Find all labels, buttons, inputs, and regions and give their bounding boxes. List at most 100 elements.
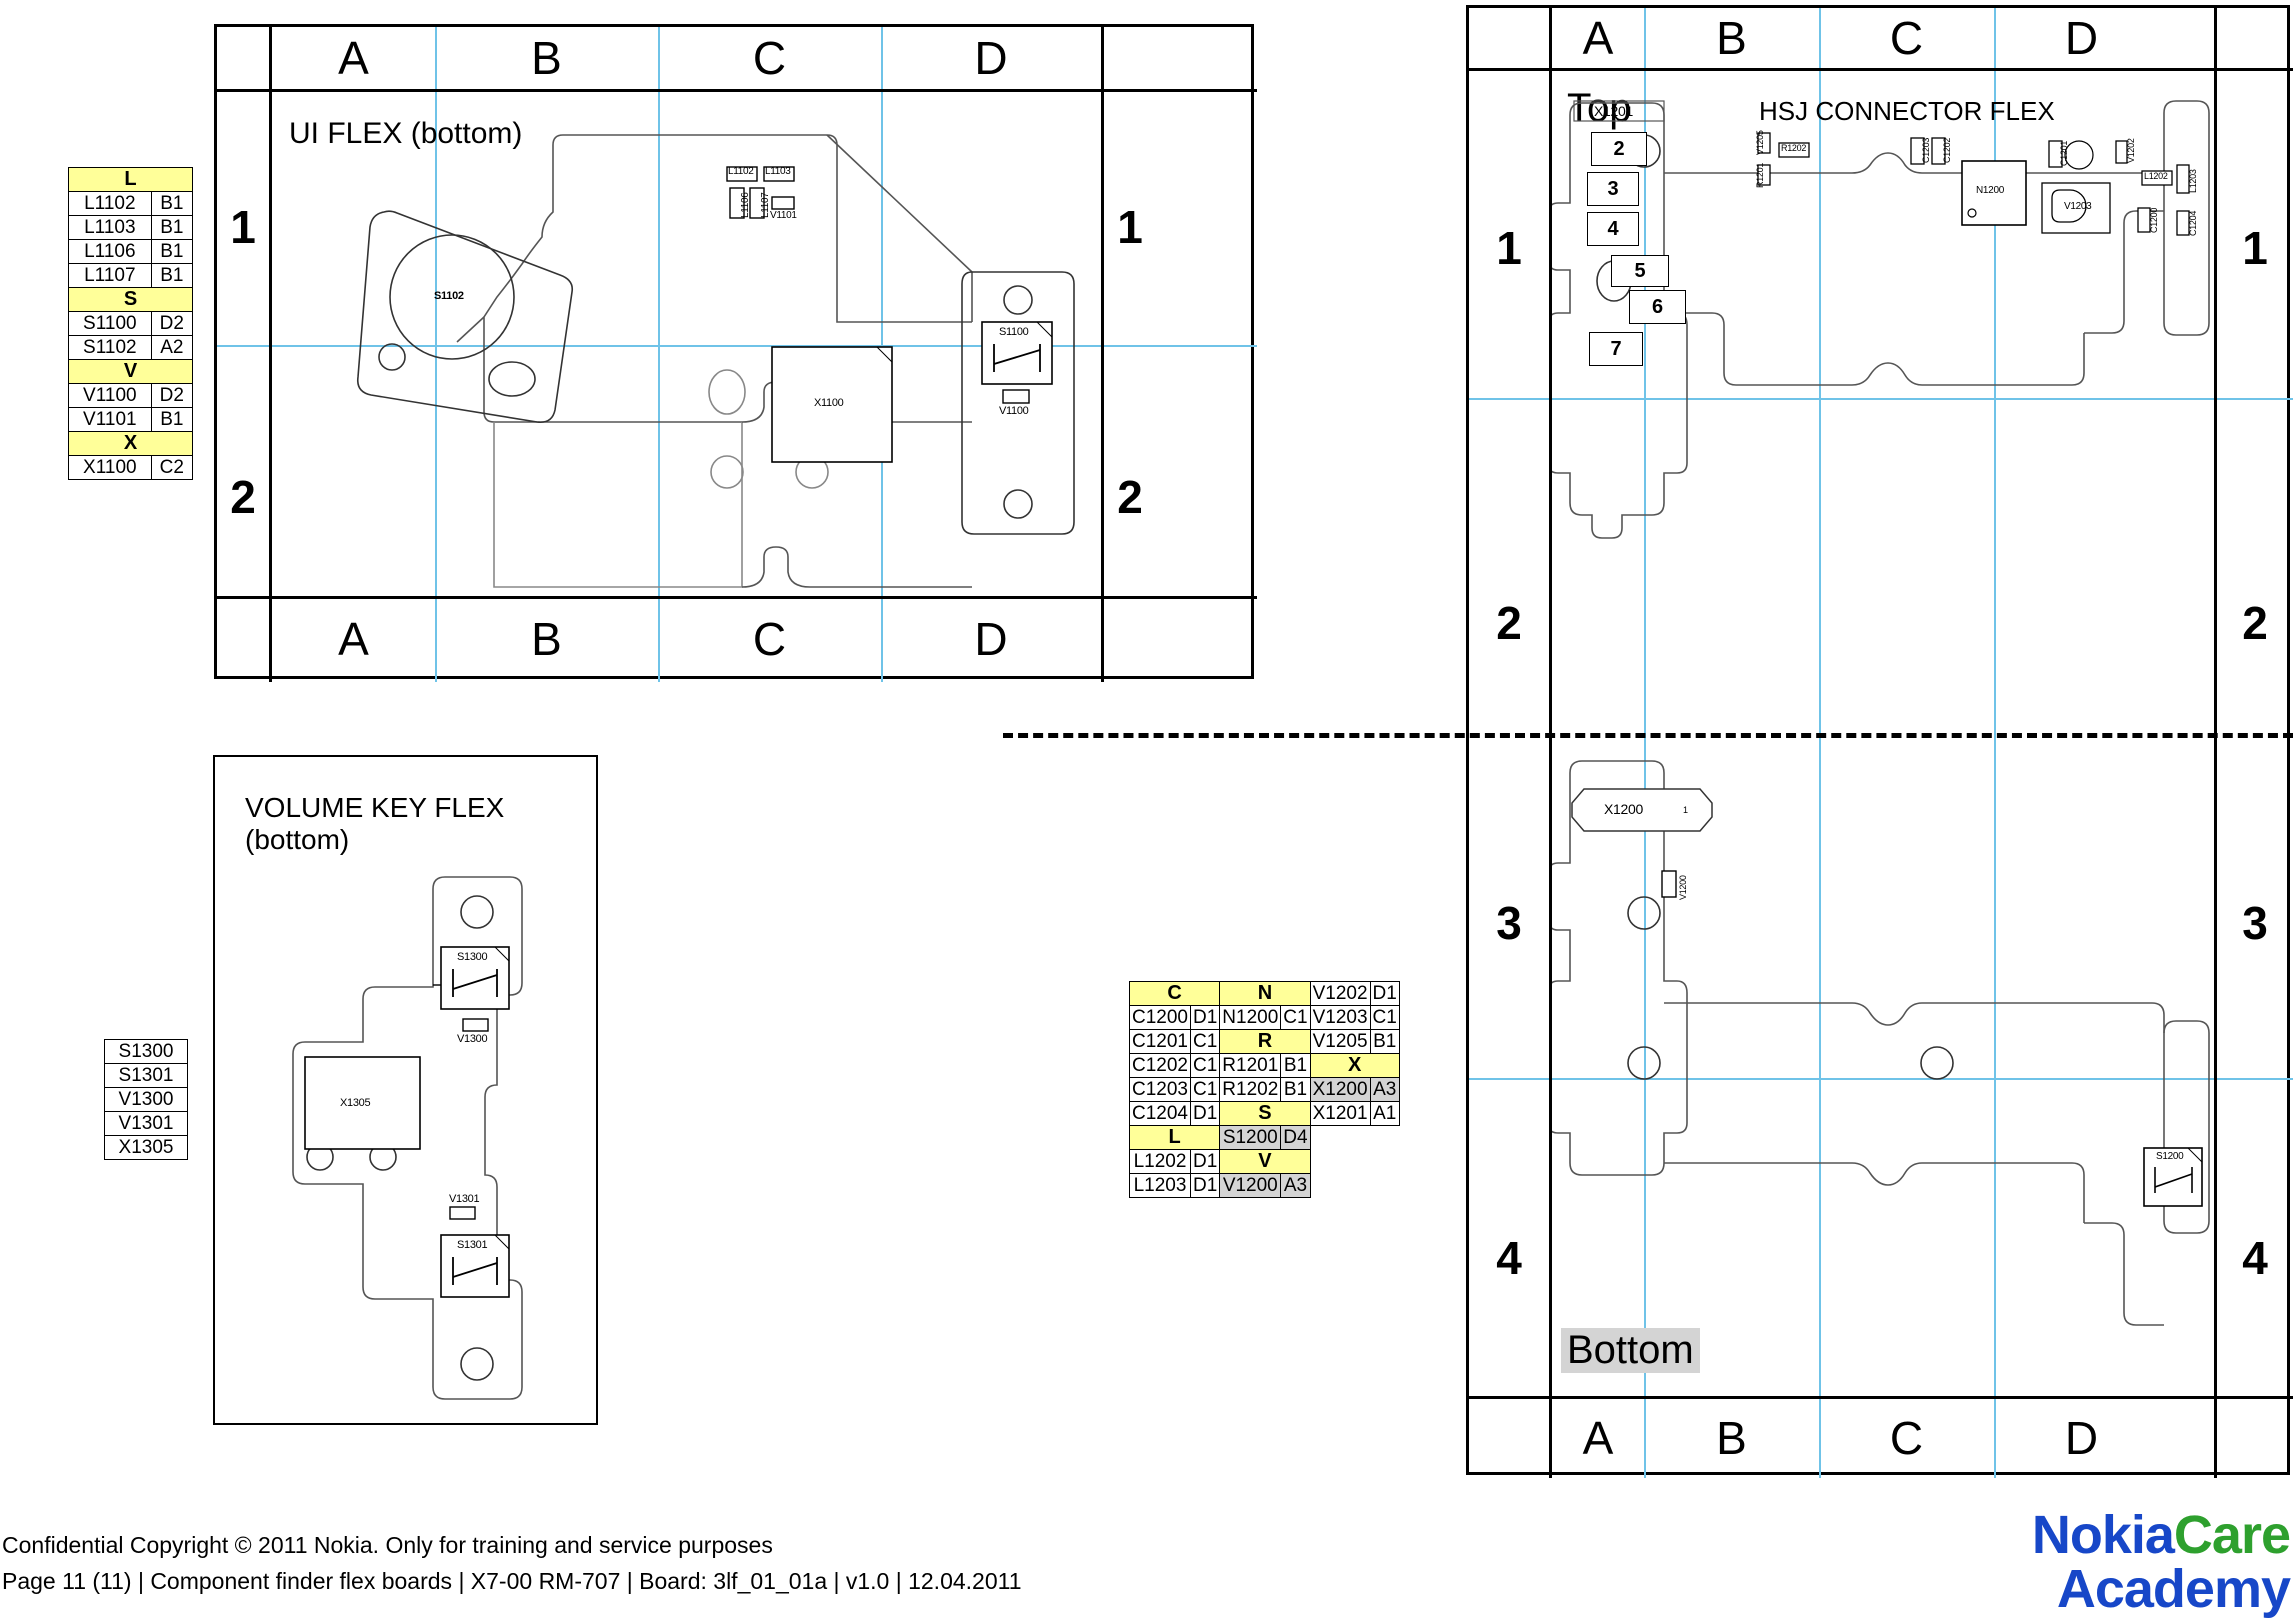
cell-ref: S1100 <box>68 311 152 336</box>
cell-ref: L1103 <box>68 215 152 240</box>
component-label-s1300: S1300 <box>457 951 488 963</box>
component-label-v1203: V1203 <box>2064 201 2092 212</box>
col-header-b: B <box>531 32 562 84</box>
table-row: L1203 D1 V1200 A3 <box>1129 1173 1400 1198</box>
hsj-parts-table: C N V1202 D1 C1200 D1 N1200 C1 V1203 C1 … <box>1128 981 1400 1198</box>
footer-copyright: Confidential Copyright © 2011 Nokia. Onl… <box>2 1532 773 1558</box>
group-header-v: V <box>68 359 193 384</box>
row-header-left-2: 2 <box>1496 597 1522 649</box>
col-footer-a: A <box>1582 1412 1614 1464</box>
cell-ref: V1205 <box>1309 1029 1371 1054</box>
table-row: S1301 <box>104 1063 188 1088</box>
hsj-bottom-board-artwork: X1200 1 V1200 S1200 <box>1552 753 2212 1363</box>
cell-ref: S1102 <box>68 335 152 360</box>
col-header-d: D <box>974 32 1008 84</box>
cell-ref: S1200 <box>1219 1125 1282 1150</box>
table-row: S1102 A2 <box>68 335 194 360</box>
table-row: V1100 D2 <box>68 383 194 408</box>
ui-flex-parts-table: L L1102 B1 L1103 B1 L1106 B1 L1107 B1 S S110… <box>68 167 194 480</box>
group-header-s: S <box>68 287 193 312</box>
col-header-b: B <box>1716 12 1747 64</box>
col-footer-c: C <box>752 613 787 665</box>
cell-loc: C1 <box>1189 1029 1221 1054</box>
volume-key-parts-table: S1300 S1301 V1300 V1301 X1305 <box>104 1039 188 1160</box>
cell-ref: V1300 <box>104 1087 188 1112</box>
group-header-s: S <box>1219 1101 1311 1126</box>
group-header-x: X <box>68 431 193 456</box>
cell-ref: L1107 <box>68 263 152 288</box>
col-header-c: C <box>752 32 787 84</box>
cell-loc: C1 <box>1189 1077 1221 1102</box>
connector-pad-2: 2 <box>1592 133 1646 165</box>
cell-ref: X1201 <box>1309 1101 1371 1126</box>
component-label-c1201: C1201 <box>2059 140 2069 166</box>
table-row: L <box>68 167 193 192</box>
col-header-c: C <box>1889 12 1924 64</box>
logo-word-care: Care <box>2173 1505 2291 1565</box>
table-row: S1100 D2 <box>68 311 194 336</box>
ui-flex-board-artwork: L1102 L1103 L1106 L1107 V1101 S1102 X110… <box>272 92 1102 597</box>
table-row: L S1200 D4 <box>1128 1125 1400 1150</box>
row-header-right-2: 2 <box>1117 471 1143 523</box>
cell-ref: C1202 <box>1129 1053 1191 1078</box>
table-row: X1305 <box>104 1135 188 1160</box>
connector-pad-7: 7 <box>1590 333 1642 365</box>
component-label-x1305: X1305 <box>340 1097 371 1109</box>
table-row: C1204 D1 S X1201 A1 <box>1129 1101 1400 1126</box>
table-row: X <box>68 431 193 456</box>
cell-empty <box>1310 1150 1370 1174</box>
cell-loc: B1 <box>150 239 194 264</box>
cell-loc: B1 <box>150 263 194 288</box>
grid-divider <box>1469 68 2293 71</box>
volume-key-flex-panel: VOLUME KEY FLEX (bottom) S1300 V1300 X13… <box>213 755 598 1425</box>
component-label-l1106: L1106 <box>740 192 751 218</box>
component-label-x1100: X1100 <box>814 397 844 409</box>
row-header-right-2: 2 <box>2242 597 2268 649</box>
hsj-top-board-artwork: X1201 2 3 4 5 6 7 V1205 R1201 R1202 C120… <box>1552 73 2212 723</box>
row-header-left-2: 2 <box>230 471 256 523</box>
cell-loc: B1 <box>150 191 194 216</box>
ui-flex-panel: A B C D A B C D 1 2 1 2 UI FLEX (bottom) <box>214 24 1257 682</box>
component-label-l1103: L1103 <box>765 166 791 177</box>
cell-ref: V1301 <box>104 1111 188 1136</box>
cell-ref: V1200 <box>1219 1173 1282 1198</box>
group-header-l: L <box>68 167 193 192</box>
cell-loc: A2 <box>150 335 194 360</box>
col-header-d: D <box>2064 12 2099 64</box>
volume-key-board-artwork: S1300 V1300 X1305 V1301 S1301 <box>245 867 575 1407</box>
cell-ref: C1204 <box>1129 1101 1191 1126</box>
cell-ref: C1201 <box>1129 1029 1191 1054</box>
cell-ref: C1200 <box>1129 1005 1191 1030</box>
row-header-left-3: 3 <box>1496 897 1522 949</box>
row-header-right-1: 1 <box>2242 222 2268 274</box>
component-label-n1200: N1200 <box>1976 185 2004 196</box>
cell-ref: V1101 <box>68 407 152 432</box>
cell-loc: C1 <box>1189 1053 1221 1078</box>
row-header-left-4: 4 <box>1496 1232 1522 1284</box>
component-label-c1202: C1202 <box>1942 137 1952 163</box>
cell-ref: L1102 <box>68 191 152 216</box>
component-label-s1200: S1200 <box>2156 1151 2184 1162</box>
table-row: C1202 C1 R1201 B1 X <box>1129 1053 1400 1078</box>
cell-ref: V1202 <box>1309 981 1371 1006</box>
col-footer-b: B <box>531 613 562 665</box>
cell-loc: B1 <box>1280 1077 1311 1102</box>
table-row: S <box>68 287 193 312</box>
col-footer-d: D <box>2064 1412 2099 1464</box>
cell-loc: B1 <box>1369 1029 1400 1054</box>
component-label-v1202: V1202 <box>2126 138 2136 163</box>
connector-pad-4: 4 <box>1588 213 1638 245</box>
component-label-c1203: C1203 <box>1921 137 1931 163</box>
cell-loc: B1 <box>150 215 194 240</box>
cell-loc: C1 <box>1369 1005 1400 1030</box>
component-label-v1205: V1205 <box>1755 130 1765 155</box>
cell-ref: V1203 <box>1309 1005 1371 1030</box>
component-label-s1301: S1301 <box>457 1239 488 1251</box>
table-row: V1301 <box>104 1111 188 1136</box>
component-label-s1102: S1102 <box>434 290 464 302</box>
component-label-v1100: V1100 <box>999 405 1029 417</box>
cell-ref: X1100 <box>68 455 152 480</box>
component-label-s1100: S1100 <box>999 326 1029 338</box>
table-row: C1203 C1 R1202 B1 X1200 A3 <box>1129 1077 1400 1102</box>
table-row: S1300 <box>104 1039 188 1064</box>
